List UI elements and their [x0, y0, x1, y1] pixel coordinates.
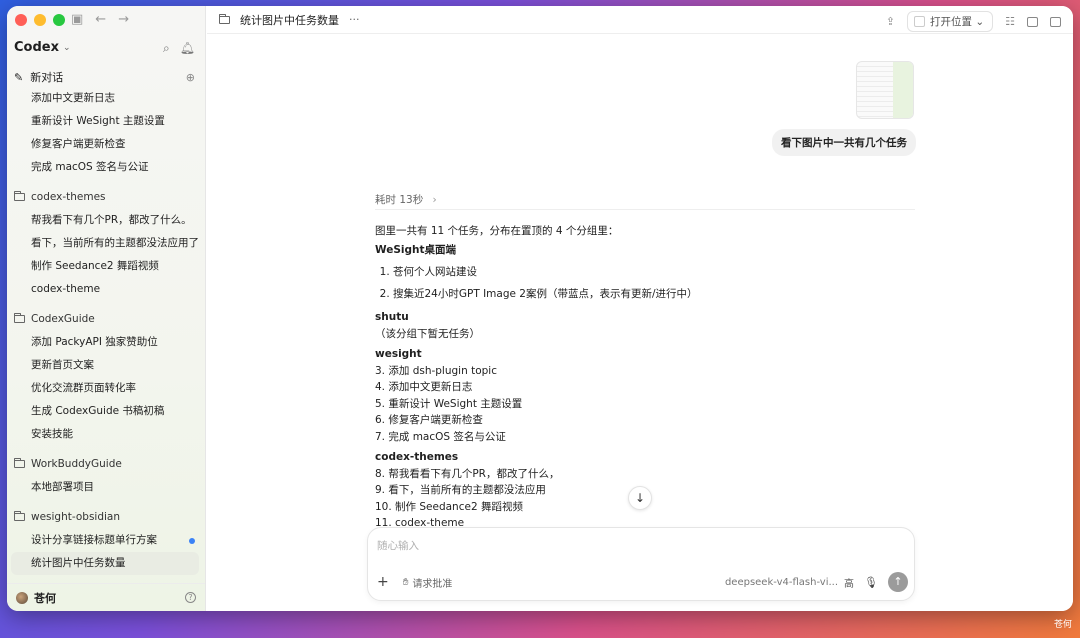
- help-icon[interactable]: ?: [185, 592, 196, 603]
- message-input[interactable]: 随心输入: [377, 538, 419, 553]
- forward-arrow-icon[interactable]: →: [118, 12, 129, 27]
- sidebar-item[interactable]: 优化交流群页面转化率: [7, 377, 205, 400]
- sidebar-group-wesight-obsidian[interactable]: wesight-obsidian: [7, 505, 205, 529]
- microphone-icon[interactable]: 🎙︎: [864, 576, 878, 589]
- answer-group-title: shutu: [375, 311, 409, 323]
- folder-icon: [13, 511, 25, 521]
- sidebar-item[interactable]: 修复客户端更新检查: [7, 133, 205, 156]
- answer-line: 4. 添加中文更新日志: [375, 381, 473, 393]
- answer-line: 5. 重新设计 WeSight 主题设置: [375, 397, 523, 410]
- app-window: ▣ ← → Codex ⌄ ⌕ 🔔︎ ✎ 新对话 ⊕ 添加中文更新日志 重新设计…: [7, 6, 1073, 611]
- folder-icon: [13, 458, 25, 468]
- folder-icon: [13, 191, 25, 201]
- scroll-down-button[interactable]: ↓: [628, 486, 652, 510]
- folder-icon: [218, 13, 230, 24]
- answer-line: 3. 添加 dsh-plugin topic: [375, 364, 497, 377]
- unread-dot-icon: [189, 538, 195, 544]
- open-position-dropdown[interactable]: 打开位置 ⌄: [906, 11, 994, 32]
- list-icon[interactable]: ☷: [1005, 15, 1015, 28]
- panel-toggle-icon[interactable]: [1050, 16, 1061, 27]
- answer-line: 8. 帮我看看下有几个PR，都改了什么，: [375, 467, 560, 480]
- sidebar-toggle-icon[interactable]: ▣: [71, 12, 83, 27]
- search-icon[interactable]: ⌕: [163, 41, 170, 56]
- user-name: 苍何: [34, 591, 56, 605]
- hand-icon: ✋︎: [402, 576, 409, 588]
- answer-line: 6. 修复客户端更新检查: [375, 414, 483, 426]
- sidebar-item[interactable]: 添加中文更新日志: [7, 87, 205, 110]
- sidebar-list: 添加中文更新日志 重新设计 WeSight 主题设置 修复客户端更新检查 完成 …: [7, 87, 205, 575]
- sidebar-group-codexguide[interactable]: CodexGuide: [7, 307, 205, 331]
- notification-icon[interactable]: 🔔︎: [180, 41, 195, 56]
- main-panel: 统计图片中任务数量 ··· ⇪ 打开位置 ⌄ ☷ 看下图片中一共有几个任务 耗时…: [207, 6, 1073, 611]
- sidebar-item[interactable]: 更新首页文案: [7, 354, 205, 377]
- sidebar-group-workbuddyguide[interactable]: WorkBuddyGuide: [7, 452, 205, 476]
- model-selector[interactable]: deepseek-v4-flash-vi...: [725, 577, 838, 588]
- share-icon[interactable]: ⇪: [886, 15, 895, 28]
- sidebar-item[interactable]: codex-theme: [7, 278, 205, 301]
- assistant-answer: 图里一共有 11 个任务，分布在置顶的 4 个分组里： WeSight桌面端 苍…: [375, 223, 915, 532]
- sidebar-item[interactable]: 本地部署项目: [7, 476, 205, 499]
- answer-list-item: 搜集近24小时GPT Image 2案例（带蓝点，表示有更新/进行中）: [393, 283, 915, 305]
- watermark: 苍何: [1053, 620, 1072, 630]
- sidebar-item[interactable]: 设计分享链接标题单行方案: [7, 529, 205, 552]
- sidebar-item[interactable]: 生成 CodexGuide 书稿初稿: [7, 400, 205, 423]
- sidebar-item[interactable]: 安装技能: [7, 423, 205, 446]
- back-arrow-icon[interactable]: ←: [95, 12, 106, 27]
- user-message: 看下图片中一共有几个任务: [772, 129, 916, 156]
- close-window-button[interactable]: [15, 14, 27, 26]
- chevron-right-icon: ›: [432, 194, 437, 206]
- composer-toolbar: + ✋︎ 请求批准 deepseek-v4-flash-vi... 高 🎙︎ ↑: [377, 572, 908, 592]
- sidebar: ▣ ← → Codex ⌄ ⌕ 🔔︎ ✎ 新对话 ⊕ 添加中文更新日志 重新设计…: [7, 6, 206, 611]
- terminal-icon[interactable]: [1027, 16, 1038, 27]
- folder-icon: [13, 313, 25, 323]
- thinking-duration[interactable]: 耗时 13秒 ›: [375, 192, 437, 207]
- brand-switcher[interactable]: Codex ⌄: [14, 40, 71, 55]
- brand-icons: ⌕ 🔔︎: [163, 41, 195, 56]
- compose-icon: ✎: [14, 70, 24, 84]
- answer-group-title: WeSight桌面端: [375, 243, 457, 256]
- sidebar-item-active[interactable]: 统计图片中任务数量: [11, 552, 199, 575]
- answer-group-title: codex-themes: [375, 451, 459, 463]
- add-attachment-button[interactable]: +: [377, 574, 389, 590]
- topbar-actions: ⇪ 打开位置 ⌄ ☷: [886, 11, 1061, 32]
- minimize-window-button[interactable]: [34, 14, 46, 26]
- approval-mode-button[interactable]: ✋︎ 请求批准: [403, 575, 453, 590]
- answer-list: 苍何个人网站建设 搜集近24小时GPT Image 2案例（带蓝点，表示有更新/…: [375, 261, 915, 305]
- topbar: 统计图片中任务数量 ··· ⇪ 打开位置 ⌄ ☷: [207, 6, 1073, 34]
- answer-group-title: wesight: [375, 348, 422, 360]
- add-circle-icon[interactable]: ⊕: [186, 71, 195, 84]
- message-composer[interactable]: 随心输入 + ✋︎ 请求批准 deepseek-v4-flash-vi... 高…: [367, 527, 915, 601]
- user-profile[interactable]: 苍何 ?: [7, 583, 205, 611]
- attached-image-thumbnail[interactable]: [856, 61, 914, 119]
- answer-intro: 图里一共有 11 个任务，分布在置顶的 4 个分组里：: [375, 225, 619, 237]
- sidebar-item[interactable]: 添加 PackyAPI 独家赞助位: [7, 331, 205, 354]
- reasoning-level[interactable]: 高: [844, 575, 854, 590]
- sidebar-item[interactable]: 重新设计 WeSight 主题设置: [7, 110, 205, 133]
- sidebar-item[interactable]: 制作 Seedance2 舞蹈视频: [7, 255, 205, 278]
- sidebar-top-icons: ▣ ← →: [71, 12, 129, 27]
- answer-list-item: 苍何个人网站建设: [393, 261, 915, 283]
- more-options-button[interactable]: ···: [349, 13, 360, 26]
- sidebar-group-codex-themes[interactable]: codex-themes: [7, 185, 205, 209]
- sidebar-item[interactable]: 帮我看下有几个PR，都改了什么。: [7, 209, 205, 232]
- chevron-down-icon: ⌄: [62, 42, 71, 53]
- new-chat-button[interactable]: ✎ 新对话 ⊕: [14, 69, 195, 85]
- sidebar-item[interactable]: 看下，当前所有的主题都没法应用了: [7, 232, 205, 255]
- answer-line: 7. 完成 macOS 签名与公证: [375, 430, 506, 443]
- zoom-window-button[interactable]: [53, 14, 65, 26]
- sidebar-item[interactable]: 完成 macOS 签名与公证: [7, 156, 205, 179]
- conversation-title: 统计图片中任务数量: [240, 13, 339, 27]
- send-button[interactable]: ↑: [888, 572, 908, 592]
- new-chat-label: 新对话: [30, 71, 64, 84]
- brand-name: Codex: [14, 40, 59, 55]
- avatar: [16, 591, 28, 604]
- traffic-lights: [15, 14, 65, 26]
- answer-note: （该分组下暂无任务）: [375, 327, 480, 340]
- divider: [375, 209, 915, 210]
